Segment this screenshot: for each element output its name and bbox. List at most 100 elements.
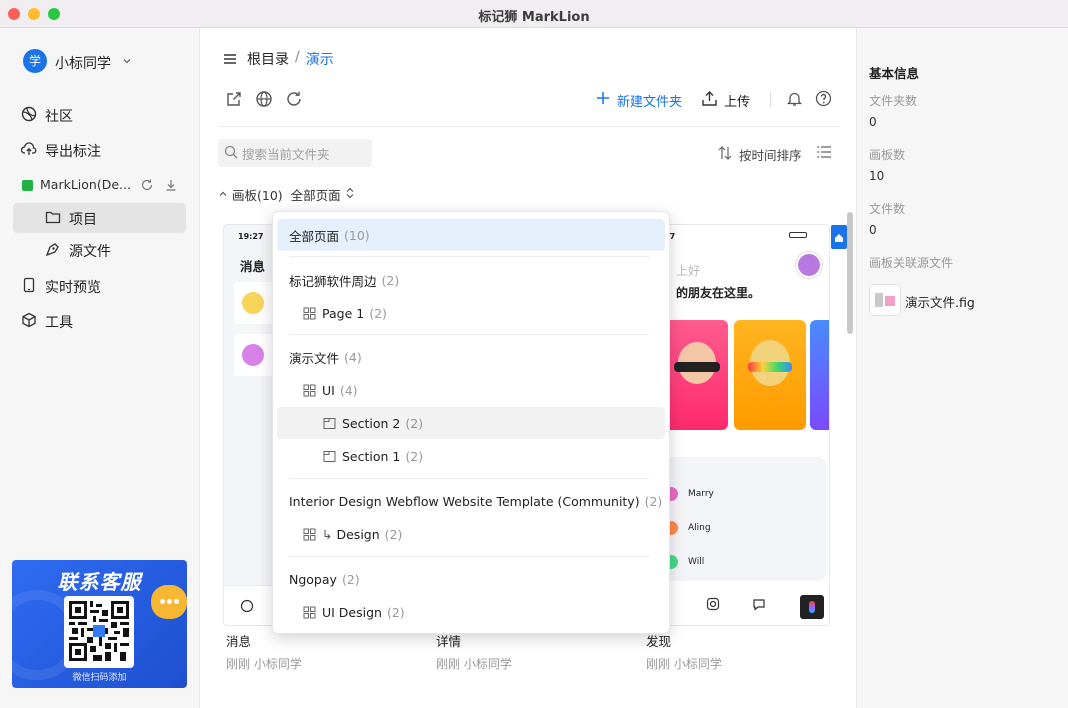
menu-icon[interactable] — [222, 51, 238, 71]
page-grid-icon — [303, 606, 316, 619]
search-input[interactable]: 搜索当前文件夹 — [218, 139, 372, 167]
sidebar-item-projects[interactable]: 项目 — [45, 209, 97, 229]
window-title: 标记狮 MarkLion — [478, 10, 590, 25]
page-filter-select[interactable]: 全部页面 — [291, 185, 341, 204]
card-tagline: 的朋友在这里。 — [676, 286, 761, 300]
chevron-down-icon[interactable] — [121, 55, 133, 71]
new-folder-button[interactable]: 新建文件夹 — [595, 90, 682, 110]
boards-header[interactable]: 画板(10) 全部页面 — [218, 185, 355, 204]
search-icon — [224, 145, 238, 162]
folder-count-label: 文件夹数 — [869, 94, 918, 108]
card-meta: 刚刚 小标同学 — [436, 657, 512, 671]
item-count: (2) — [381, 272, 400, 288]
boards-count-label: 画板(10) — [232, 188, 283, 203]
qr-code-icon — [64, 596, 134, 668]
list-item: Will — [688, 557, 705, 567]
refresh-icon[interactable] — [285, 90, 303, 112]
source-file-name[interactable]: 演示文件.fig — [905, 292, 975, 311]
dropdown-item-file[interactable]: Interior Design Webflow Website Template… — [277, 485, 665, 517]
avatar[interactable]: 学 — [23, 49, 47, 73]
cube-icon — [21, 312, 37, 332]
project-name[interactable]: MarkLion(De... — [40, 177, 131, 192]
bell-icon[interactable] — [786, 90, 803, 111]
help-icon[interactable] — [815, 90, 832, 111]
profile-card — [664, 320, 728, 430]
dropdown-item-section[interactable]: Section 1 (2) — [277, 440, 665, 472]
sidebar-item-live-preview[interactable]: 实时预览 — [21, 277, 101, 297]
breadcrumb-separator: / — [295, 49, 300, 65]
sidebar-item-label: 实时预览 — [45, 280, 101, 296]
item-label: Interior Design Webflow Website Template… — [289, 493, 640, 509]
folder-count-value: 0 — [869, 115, 877, 129]
instagram-icon — [706, 597, 720, 615]
new-folder-label: 新建文件夹 — [617, 94, 683, 110]
profile-card — [734, 320, 806, 430]
dropdown-item-page[interactable]: UI Design (2) — [277, 596, 665, 628]
dropdown-item-page[interactable]: ↳ Design (2) — [277, 518, 665, 550]
list-view-icon[interactable] — [816, 144, 832, 164]
search-placeholder: 搜索当前文件夹 — [242, 146, 330, 162]
download-icon[interactable] — [164, 178, 178, 196]
sidebar-item-selected-bg — [13, 203, 186, 233]
breadcrumb-root[interactable]: 根目录 — [247, 49, 289, 69]
item-label: Section 2 — [342, 415, 401, 431]
dropdown-item-page[interactable]: UI (4) — [277, 374, 665, 406]
item-count: (4) — [339, 382, 358, 398]
card-heading: 消息 — [240, 259, 266, 274]
cloud-upload-icon — [20, 141, 37, 161]
header-divider — [218, 126, 840, 127]
chat-bubble-icon — [151, 585, 187, 619]
card-greeting: 上好 — [676, 264, 701, 278]
sort-button[interactable]: 按时间排序 — [717, 145, 802, 164]
dropdown-item-all[interactable]: 全部页面 (10) — [277, 219, 665, 251]
list-item: Aling — [688, 523, 711, 533]
breadcrumb: 根目录 / 演示 — [247, 49, 334, 69]
dropdown-item-file[interactable]: 演示文件 (4) — [277, 341, 665, 373]
item-count: (2) — [644, 493, 663, 509]
item-count: (2) — [405, 415, 424, 431]
page-grid-icon — [303, 528, 316, 541]
dropdown-item-file[interactable]: 标记狮软件周边 (2) — [277, 264, 665, 296]
file-count-value: 0 — [869, 223, 877, 237]
friends-list: Marry Aling Will — [656, 457, 826, 581]
page-grid-icon — [303, 384, 316, 397]
page-filter-dropdown: 全部页面 (10) 标记狮软件周边 (2) Page 1 (2) 演示文件 (4) UI… — [272, 211, 670, 634]
dropdown-item-page[interactable]: Page 1 (2) — [277, 297, 665, 329]
customer-service-banner[interactable]: 联系客服 微信扫码添加 — [12, 560, 187, 688]
file-count-label: 文件数 — [869, 202, 906, 216]
card-title: 消息 — [226, 634, 252, 649]
sort-label: 按时间排序 — [739, 148, 802, 163]
item-count: (4) — [344, 349, 362, 365]
breadcrumb-current[interactable]: 演示 — [306, 49, 334, 69]
item-label: Page 1 — [322, 305, 365, 321]
open-external-icon[interactable] — [225, 90, 243, 112]
upload-icon — [701, 90, 718, 111]
item-count: (10) — [344, 227, 370, 243]
refresh-icon[interactable] — [140, 178, 154, 196]
home-icon — [240, 599, 254, 617]
sort-arrows-icon — [345, 187, 355, 202]
item-label: 演示文件 — [289, 350, 340, 366]
item-count: (2) — [341, 571, 360, 587]
globe-icon[interactable] — [255, 90, 273, 112]
pen-nib-icon — [45, 241, 61, 261]
sidebar-item-community[interactable]: 社区 — [21, 106, 73, 126]
scrollbar[interactable] — [847, 212, 853, 334]
avatar — [796, 252, 822, 278]
sidebar-item-label: 项目 — [69, 212, 97, 228]
sidebar-item-tools[interactable]: 工具 — [21, 312, 73, 332]
item-label: 标记狮软件周边 — [289, 273, 377, 289]
sidebar-item-label: 工具 — [45, 315, 73, 331]
dropdown-item-file[interactable]: Ngopay (2) — [277, 563, 665, 595]
chat-icon — [752, 597, 766, 615]
toolbar-divider — [770, 91, 771, 107]
upload-button[interactable]: 上传 — [701, 90, 750, 111]
list-item: Marry — [688, 489, 714, 499]
pin-home-icon[interactable] — [831, 225, 847, 249]
file-thumbnail-icon[interactable] — [869, 284, 901, 316]
user-name[interactable]: 小标同学 — [55, 53, 111, 73]
dropdown-item-section[interactable]: Section 2 (2) — [277, 407, 665, 439]
item-count: (2) — [405, 448, 424, 464]
sidebar-item-export[interactable]: 导出标注 — [20, 141, 101, 161]
sidebar-item-source-files[interactable]: 源文件 — [45, 241, 111, 261]
